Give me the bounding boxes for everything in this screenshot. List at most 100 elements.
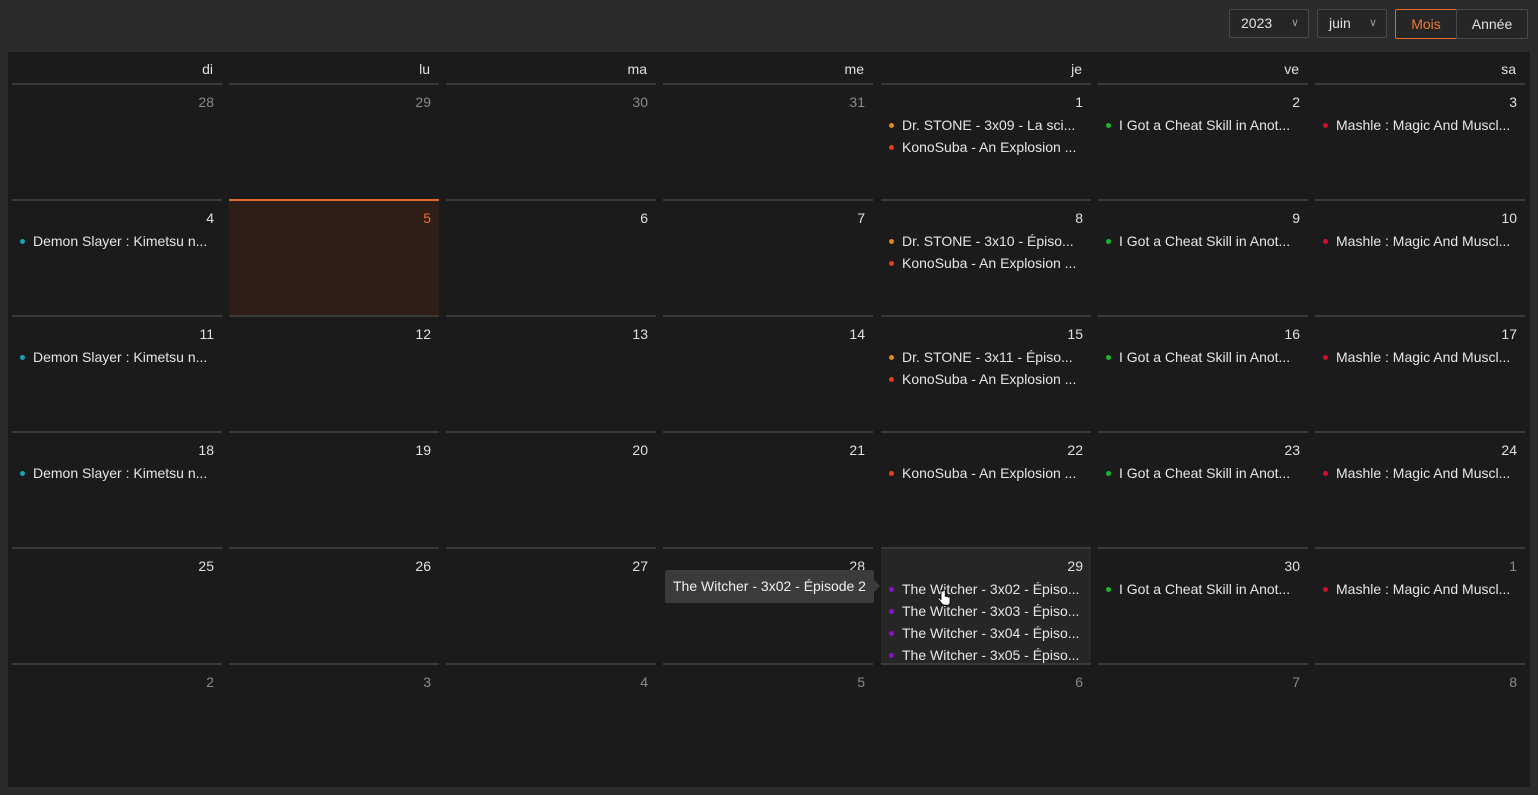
- calendar-event[interactable]: Dr. STONE - 3x10 - Épiso...: [888, 232, 1085, 254]
- event-list: Dr. STONE - 3x10 - Épiso... KonoSuba - An…: [888, 232, 1085, 276]
- day-number: 27: [632, 558, 648, 574]
- day-cell[interactable]: 30: [446, 83, 656, 199]
- day-cell[interactable]: 3 Mashle : Magic And Muscl...: [1315, 83, 1525, 199]
- month-select[interactable]: juin ∨: [1317, 9, 1387, 38]
- day-cell[interactable]: 6: [881, 663, 1091, 779]
- day-cell[interactable]: 2I Got a Cheat Skill in Anot...: [1098, 83, 1308, 199]
- calendar-event[interactable]: Mashle : Magic And Muscl...: [1322, 116, 1519, 138]
- day-number: 11: [199, 326, 214, 342]
- day-cell[interactable]: 2: [12, 663, 222, 779]
- event-title: The Witcher - 3x04 - Épiso...: [902, 625, 1080, 641]
- day-cell[interactable]: 9I Got a Cheat Skill in Anot...: [1098, 199, 1308, 315]
- day-cell[interactable]: 1 Dr. STONE - 3x09 - La sci... KonoSuba - …: [881, 83, 1091, 199]
- day-cell[interactable]: 30 I Got a Cheat Skill in Anot...: [1098, 547, 1308, 663]
- event-dot-icon: [889, 355, 894, 360]
- calendar-event[interactable]: I Got a Cheat Skill in Anot...: [1105, 348, 1302, 370]
- weekday-header-cell: ma: [446, 52, 656, 82]
- day-cell[interactable]: 7: [663, 199, 873, 315]
- event-dot-icon: [1106, 239, 1111, 244]
- day-cell[interactable]: 22 KonoSuba - An Explosion ...: [881, 431, 1091, 547]
- year-view-button[interactable]: Année: [1456, 9, 1528, 39]
- day-cell[interactable]: 7: [1098, 663, 1308, 779]
- event-dot-icon: [1106, 123, 1111, 128]
- calendar-event[interactable]: Dr. STONE - 3x09 - La sci...: [888, 116, 1085, 138]
- day-cell[interactable]: 29 The Witcher - 3x02 - Épiso... The Witch…: [881, 547, 1091, 663]
- calendar-event[interactable]: I Got a Cheat Skill in Anot...: [1105, 464, 1302, 486]
- calendar-event[interactable]: Mashle : Magic And Muscl...: [1322, 580, 1519, 602]
- calendar-event[interactable]: The Witcher - 3x03 - Épiso...: [888, 602, 1085, 624]
- day-cell[interactable]: 20: [446, 431, 656, 547]
- chevron-down-icon: ∨: [1368, 17, 1377, 29]
- event-dot-icon: [889, 239, 894, 244]
- day-number: 1: [1509, 558, 1517, 574]
- day-number: 3: [423, 674, 431, 690]
- day-cell[interactable]: 12: [229, 315, 439, 431]
- event-title: KonoSuba - An Explosion ...: [902, 255, 1077, 271]
- calendar-event[interactable]: KonoSuba - An Explosion ...: [888, 464, 1085, 486]
- calendar-event[interactable]: Demon Slayer : Kimetsu n...: [19, 464, 216, 486]
- calendar-event[interactable]: I Got a Cheat Skill in Anot...: [1105, 232, 1302, 254]
- day-cell[interactable]: 19: [229, 431, 439, 547]
- event-title: I Got a Cheat Skill in Anot...: [1119, 349, 1291, 365]
- event-title: Dr. STONE - 3x11 - Épiso...: [902, 349, 1073, 365]
- day-cell[interactable]: 21: [663, 431, 873, 547]
- day-cell[interactable]: 17 Mashle : Magic And Muscl...: [1315, 315, 1525, 431]
- calendar-event[interactable]: I Got a Cheat Skill in Anot...: [1105, 580, 1302, 602]
- day-cell[interactable]: 15 Dr. STONE - 3x11 - Épiso... KonoSuba - …: [881, 315, 1091, 431]
- event-title: The Witcher - 3x05 - Épiso...: [902, 647, 1080, 663]
- day-number: 24: [1501, 442, 1517, 458]
- event-title: Mashle : Magic And Muscl...: [1336, 465, 1511, 481]
- day-cell[interactable]: 25: [12, 547, 222, 663]
- day-number: 5: [857, 674, 865, 690]
- day-cell[interactable]: 18 Demon Slayer : Kimetsu n...: [12, 431, 222, 547]
- event-title: Mashle : Magic And Muscl...: [1336, 349, 1511, 365]
- day-cell[interactable]: 23 I Got a Cheat Skill in Anot...: [1098, 431, 1308, 547]
- event-dot-icon: [1323, 239, 1328, 244]
- calendar-event[interactable]: KonoSuba - An Explosion ...: [888, 254, 1085, 276]
- year-select[interactable]: 2023 ∨: [1229, 9, 1309, 38]
- day-cell[interactable]: 13: [446, 315, 656, 431]
- day-cell[interactable]: 8 Dr. STONE - 3x10 - Épiso... KonoSuba - A…: [881, 199, 1091, 315]
- calendar-event[interactable]: Mashle : Magic And Muscl...: [1322, 348, 1519, 370]
- day-cell[interactable]: 10 Mashle : Magic And Muscl...: [1315, 199, 1525, 315]
- event-dot-icon: [889, 261, 894, 266]
- day-cell[interactable]: 24 Mashle : Magic And Muscl...: [1315, 431, 1525, 547]
- day-cell-today[interactable]: 5: [229, 199, 439, 315]
- event-dot-icon: [889, 471, 894, 476]
- calendar-event[interactable]: The Witcher - 3x02 - Épiso...: [888, 580, 1085, 602]
- weekday-header-cell: di: [12, 52, 222, 82]
- event-title: Demon Slayer : Kimetsu n...: [33, 233, 208, 249]
- calendar-event[interactable]: Mashle : Magic And Muscl...: [1322, 232, 1519, 254]
- day-number: 28: [198, 94, 214, 110]
- day-cell[interactable]: 27: [446, 547, 656, 663]
- calendar-event[interactable]: Demon Slayer : Kimetsu n...: [19, 232, 216, 254]
- calendar-event[interactable]: I Got a Cheat Skill in Anot...: [1105, 116, 1302, 138]
- day-cell[interactable]: 28: [12, 83, 222, 199]
- event-dot-icon: [1106, 471, 1111, 476]
- calendar-event[interactable]: KonoSuba - An Explosion ...: [888, 138, 1085, 160]
- day-number: 22: [1067, 442, 1083, 458]
- event-dot-icon: [1323, 587, 1328, 592]
- day-cell[interactable]: 14: [663, 315, 873, 431]
- calendar-event[interactable]: Dr. STONE - 3x11 - Épiso...: [888, 348, 1085, 370]
- calendar-event[interactable]: Mashle : Magic And Muscl...: [1322, 464, 1519, 486]
- calendar-event[interactable]: KonoSuba - An Explosion ...: [888, 370, 1085, 392]
- day-number: 29: [415, 94, 431, 110]
- day-cell[interactable]: 8: [1315, 663, 1525, 779]
- day-cell[interactable]: 11 Demon Slayer : Kimetsu n...: [12, 315, 222, 431]
- event-title: Mashle : Magic And Muscl...: [1336, 233, 1511, 249]
- calendar-event[interactable]: The Witcher - 3x04 - Épiso...: [888, 624, 1085, 646]
- day-cell[interactable]: 31: [663, 83, 873, 199]
- calendar-event[interactable]: Demon Slayer : Kimetsu n...: [19, 348, 216, 370]
- day-cell[interactable]: 29: [229, 83, 439, 199]
- day-cell[interactable]: 4: [446, 663, 656, 779]
- day-cell[interactable]: 28: [663, 547, 873, 663]
- day-cell[interactable]: 5: [663, 663, 873, 779]
- day-cell[interactable]: 3: [229, 663, 439, 779]
- month-view-button[interactable]: Mois: [1395, 9, 1457, 39]
- day-cell[interactable]: 1 Mashle : Magic And Muscl...: [1315, 547, 1525, 663]
- day-cell[interactable]: 16 I Got a Cheat Skill in Anot...: [1098, 315, 1308, 431]
- day-cell[interactable]: 4 Demon Slayer : Kimetsu n...: [12, 199, 222, 315]
- day-cell[interactable]: 6: [446, 199, 656, 315]
- day-cell[interactable]: 26: [229, 547, 439, 663]
